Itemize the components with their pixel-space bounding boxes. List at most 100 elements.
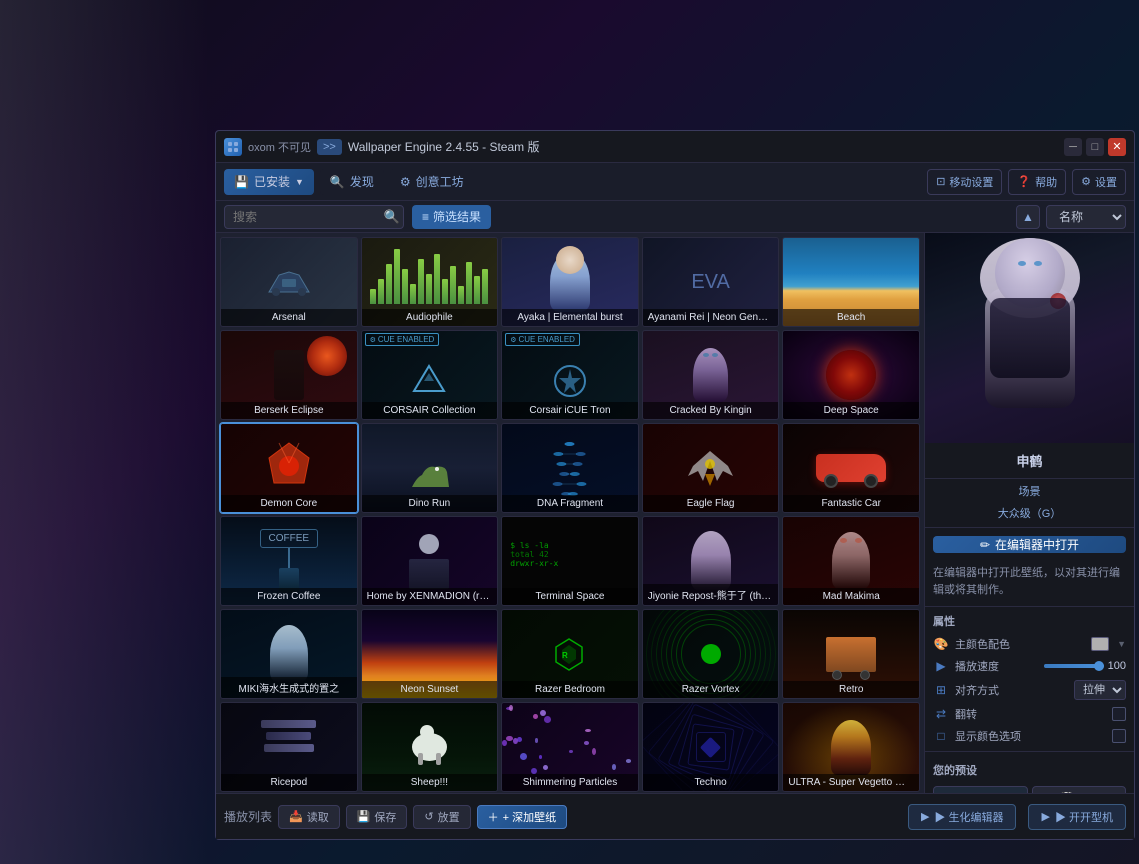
wallpaper-item-arsenal[interactable]: Arsenal xyxy=(220,237,358,327)
wallpaper-item-home[interactable]: Home by XENMADION (romg) 4K xyxy=(361,516,499,606)
speed-slider[interactable] xyxy=(1044,664,1104,668)
wallpaper-item-audiophile[interactable]: Audiophile xyxy=(361,237,499,327)
reset-button[interactable]: ↺ 放置 xyxy=(413,805,470,829)
wallpaper-item-ayaka[interactable]: Ayaka | Elemental burst xyxy=(501,237,639,327)
bottom-bar: 播放列表 📥 读取 💾 保存 ↺ 放置 ＋ + 深加壁纸 ▶ ▶ 生化编辑器 ▶… xyxy=(216,793,1134,839)
title-bar-left: oxom 不可见 >> Wallpaper Engine 2.4.55 - St… xyxy=(224,138,539,156)
add-wallpaper-button[interactable]: ＋ + 深加壁纸 xyxy=(477,805,567,829)
discover-label: 发现 xyxy=(350,173,374,190)
take-button[interactable]: 📥 读取 xyxy=(278,805,340,829)
close-button[interactable]: ✕ xyxy=(1108,138,1126,156)
wallpaper-item-label: Shimmering Particles xyxy=(502,774,638,791)
open-editor-button[interactable]: ✏ 在编辑器中打开 xyxy=(933,536,1126,553)
wallpaper-item-corsair1[interactable]: ⚙CUE ENABLED CORSAIR Collection xyxy=(361,330,499,420)
presets-title: 您的预设 xyxy=(925,756,1134,782)
flip-checkbox[interactable] xyxy=(1112,707,1126,721)
workshop-button[interactable]: ⚙ 创意工坊 xyxy=(390,169,474,195)
wallpaper-item-razer2[interactable]: Razer Vortex xyxy=(642,609,780,699)
wallpaper-item-corsair2[interactable]: ⚙CUE ENABLED Corsair iCUE Tron xyxy=(501,330,639,420)
color-swatch[interactable] xyxy=(1091,637,1109,651)
preset-row: 📂 加载 💾 保存 xyxy=(925,782,1134,793)
wallpaper-item-label: Deep Space xyxy=(783,402,919,419)
wallpaper-item-techno[interactable]: Techno xyxy=(642,702,780,792)
wallpaper-item-miki[interactable]: MIKI海水生成式的置之 xyxy=(220,609,358,699)
search-submit-button[interactable]: 🔍 xyxy=(384,209,400,225)
move-button[interactable]: ⊡ 移动设置 xyxy=(927,169,1002,195)
wallpaper-item-sheep[interactable]: Sheep!!! xyxy=(361,702,499,792)
open-editor-bottom-button[interactable]: ▶ ▶ 生化编辑器 xyxy=(908,804,1017,830)
maximize-button[interactable]: □ xyxy=(1086,138,1104,156)
wallpaper-item-razer1[interactable]: R Razer Bedroom xyxy=(501,609,639,699)
wallpaper-item-demon[interactable]: Demon Core xyxy=(220,423,358,513)
wallpaper-item-shimmer[interactable]: Shimmering Particles xyxy=(501,702,639,792)
wallpaper-item-makima[interactable]: Mad Makima xyxy=(782,516,920,606)
save-label: 保存 xyxy=(374,809,396,825)
filter-button[interactable]: ≡ 筛选结果 xyxy=(412,205,491,229)
settings-button[interactable]: ⚙ 设置 xyxy=(1072,169,1126,195)
take-label: 读取 xyxy=(307,809,329,825)
wallpaper-item-dino[interactable]: Dino Run xyxy=(361,423,499,513)
align-select[interactable]: 拉伸 填充 适应 xyxy=(1074,680,1126,700)
save-icon: 💾 xyxy=(357,810,371,823)
colors-icon: □ xyxy=(933,728,949,744)
wallpaper-item-label: Beach xyxy=(783,309,919,326)
wallpaper-item-ultra[interactable]: ULTRA - Super Vegetto @DLegendos Wallpap… xyxy=(782,702,920,792)
wallpaper-item-dna[interactable]: DNA Fragment xyxy=(501,423,639,513)
save-button[interactable]: 💾 保存 xyxy=(346,805,408,829)
wallpaper-item-beach[interactable]: Beach xyxy=(782,237,920,327)
help-button[interactable]: ❓ 帮助 xyxy=(1008,169,1066,195)
wallpaper-item-label: Razer Bedroom xyxy=(502,681,638,698)
installed-button[interactable]: 💾 已安装 ▼ xyxy=(224,169,314,195)
autostart-button[interactable]: ▶ ▶ 开开型机 xyxy=(1028,804,1126,830)
wallpaper-item-eagle[interactable]: Eagle Flag xyxy=(642,423,780,513)
wallpaper-item-neon[interactable]: Neon Sunset xyxy=(361,609,499,699)
app-icon xyxy=(224,138,242,156)
wallpaper-item-label: Mad Makima xyxy=(783,588,919,605)
properties-title: 属性 xyxy=(925,607,1134,633)
wallpaper-item-label: Razer Vortex xyxy=(643,681,779,698)
colors-checkbox[interactable] xyxy=(1112,729,1126,743)
load-preset-button[interactable]: 📂 加载 xyxy=(933,786,1028,793)
swatch-dropdown-icon: ▼ xyxy=(1117,639,1126,649)
search-bar: 🔍 ≡ 筛选结果 ▲ 名称 最新 评分 xyxy=(216,201,1134,233)
wallpaper-item-berserk[interactable]: Berserk Eclipse xyxy=(220,330,358,420)
save-preset-button[interactable]: 💾 保存 xyxy=(1032,786,1127,793)
wallpaper-item-retro[interactable]: Retro xyxy=(782,609,920,699)
wallpaper-item-fantastic[interactable]: Fantastic Car xyxy=(782,423,920,513)
sort-up-button[interactable]: ▲ xyxy=(1016,205,1040,229)
panel-description: 在编辑器中打开此壁纸，以对其进行编辑或将其制作。 xyxy=(925,561,1134,607)
expand-button[interactable]: >> xyxy=(317,139,342,155)
speed-slider-wrap: 100 xyxy=(1044,660,1127,672)
search-input-wrap: 🔍 xyxy=(224,205,404,229)
search-right: ▲ 名称 最新 评分 xyxy=(1016,205,1126,229)
wallpaper-item-ayanami[interactable]: EVA Ayanami Rei | Neon Genesis Evangelio… xyxy=(642,237,780,327)
wallpaper-item-frozen[interactable]: COFFEE Frozen Coffee xyxy=(220,516,358,606)
discover-button[interactable]: 🔍 发现 xyxy=(320,169,384,195)
wallpaper-item-label: Demon Core xyxy=(221,495,357,512)
playlist-label: 播放列表 xyxy=(224,808,272,825)
workshop-label: 创意工坊 xyxy=(416,173,464,190)
flip-label: 翻转 xyxy=(955,706,1106,722)
search-input[interactable] xyxy=(224,205,404,229)
discover-icon: 🔍 xyxy=(330,175,345,189)
wallpaper-item-terminal[interactable]: $ ls -la total 42 drwxr-xr-x Terminal Sp… xyxy=(501,516,639,606)
wallpaper-item-ayarei[interactable]: Jiyonie Repost-熊于了 (th/Nishikiiji Chisat… xyxy=(642,516,780,606)
wallpaper-item-ricepod[interactable]: Ricepod xyxy=(220,702,358,792)
wallpaper-title: 申鹤 xyxy=(925,443,1134,479)
add-label: + 深加壁纸 xyxy=(503,809,556,825)
wallpaper-item-label: MIKI海水生成式的置之 xyxy=(221,677,357,698)
minimize-button[interactable]: ─ xyxy=(1064,138,1082,156)
toolbar-right: ⊡ 移动设置 ❓ 帮助 ⚙ 设置 xyxy=(927,169,1126,195)
reset-icon: ↺ xyxy=(424,810,433,823)
align-icon: ⊞ xyxy=(933,682,949,698)
installed-icon: 💾 xyxy=(234,175,249,189)
move-label: 移动设置 xyxy=(949,174,993,190)
wallpaper-item-label: ULTRA - Super Vegetto @DLegendos Wallpap… xyxy=(783,774,919,791)
align-label: 对齐方式 xyxy=(955,682,1068,698)
wallpaper-item-cracked[interactable]: Cracked By Kingin xyxy=(642,330,780,420)
wallpaper-item-label: Sheep!!! xyxy=(362,774,498,791)
sort-select[interactable]: 名称 最新 评分 xyxy=(1046,205,1126,229)
wallpaper-item-deepspace[interactable]: Deep Space xyxy=(782,330,920,420)
wallpaper-item-label: Ayaka | Elemental burst xyxy=(502,309,638,326)
move-icon: ⊡ xyxy=(936,175,945,188)
